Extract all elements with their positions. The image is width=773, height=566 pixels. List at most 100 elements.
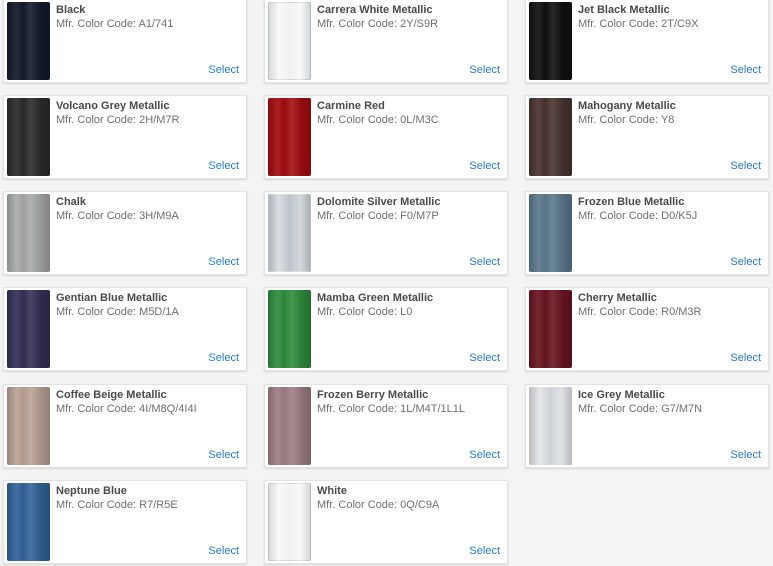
- color-code-prefix: Mfr. Color Code:: [56, 18, 137, 30]
- color-name: Carrera White Metallic: [317, 4, 433, 16]
- color-option-card[interactable]: Frozen Blue Metallic Mfr. Color Code: D0/…: [525, 191, 769, 275]
- select-color-link[interactable]: Select: [730, 256, 761, 268]
- color-option-card[interactable]: Mamba Green Metallic Mfr. Color Code: L0 S…: [264, 287, 508, 371]
- color-swatch: [268, 98, 311, 176]
- select-color-link[interactable]: Select: [208, 352, 239, 364]
- color-name: Frozen Blue Metallic: [578, 196, 685, 208]
- color-swatch: [7, 290, 50, 368]
- color-code-value: F0/M7P: [400, 210, 439, 222]
- color-option-card[interactable]: Black Mfr. Color Code: A1/741 Select: [3, 0, 247, 83]
- color-code-value: R7/R5E: [139, 499, 178, 511]
- color-code-prefix: Mfr. Color Code:: [578, 210, 659, 222]
- select-color-link[interactable]: Select: [730, 64, 761, 76]
- color-code-value: 1L/M4T/1L1L: [400, 403, 465, 415]
- select-color-link[interactable]: Select: [469, 352, 500, 364]
- color-code-prefix: Mfr. Color Code:: [317, 18, 398, 30]
- select-color-link[interactable]: Select: [469, 545, 500, 557]
- color-option-card[interactable]: Carmine Red Mfr. Color Code: 0L/M3C Select: [264, 95, 508, 179]
- color-swatch: [268, 290, 311, 368]
- color-code-prefix: Mfr. Color Code:: [56, 499, 137, 511]
- color-option-card[interactable]: Frozen Berry Metallic Mfr. Color Code: 1L…: [264, 384, 508, 468]
- color-name: White: [317, 485, 347, 497]
- select-color-link[interactable]: Select: [208, 64, 239, 76]
- color-code-value: A1/741: [138, 18, 174, 30]
- color-code-value: D0/K5J: [661, 210, 698, 222]
- manufacturer-color-code: Mfr. Color Code: 4I/M8Q/4I4I: [56, 403, 197, 415]
- select-color-link[interactable]: Select: [208, 449, 239, 461]
- color-swatch: [268, 2, 311, 80]
- manufacturer-color-code: Mfr. Color Code: 0L/M3C: [317, 114, 439, 126]
- color-code-value: Y8: [660, 114, 675, 126]
- select-color-link[interactable]: Select: [730, 449, 761, 461]
- color-code-prefix: Mfr. Color Code:: [578, 114, 659, 126]
- color-option-card[interactable]: Cherry Metallic Mfr. Color Code: R0/M3R Se…: [525, 287, 769, 371]
- color-option-card[interactable]: White Mfr. Color Code: 0Q/C9A Select: [264, 480, 508, 564]
- color-code-prefix: Mfr. Color Code:: [56, 306, 137, 318]
- color-code-prefix: Mfr. Color Code:: [317, 306, 398, 318]
- select-color-link[interactable]: Select: [469, 449, 500, 461]
- color-option-card[interactable]: Volcano Grey Metallic Mfr. Color Code: 2H…: [3, 95, 247, 179]
- color-code-value: 4I/M8Q/4I4I: [139, 403, 197, 415]
- color-code-prefix: Mfr. Color Code:: [317, 114, 398, 126]
- color-name: Black: [56, 4, 86, 16]
- color-option-card[interactable]: Chalk Mfr. Color Code: 3H/M9A Select: [3, 191, 247, 275]
- color-swatch: [529, 387, 572, 465]
- color-code-value: 0L/M3C: [400, 114, 439, 126]
- color-option-card[interactable]: Gentian Blue Metallic Mfr. Color Code: M5…: [3, 287, 247, 371]
- color-swatch: [529, 290, 572, 368]
- color-code-prefix: Mfr. Color Code:: [56, 403, 137, 415]
- manufacturer-color-code: Mfr. Color Code: G7/M7N: [578, 403, 702, 415]
- select-color-link[interactable]: Select: [469, 64, 500, 76]
- color-code-value: L0: [400, 306, 413, 318]
- manufacturer-color-code: Mfr. Color Code: 2H/M7R: [56, 114, 180, 126]
- color-name: Gentian Blue Metallic: [56, 292, 168, 304]
- color-code-value: M5D/1A: [139, 306, 179, 318]
- color-name: Neptune Blue: [56, 485, 127, 497]
- color-swatch: [7, 387, 50, 465]
- select-color-link[interactable]: Select: [730, 352, 761, 364]
- color-name: Mahogany Metallic: [578, 100, 676, 112]
- color-option-card[interactable]: Ice Grey Metallic Mfr. Color Code: G7/M7N…: [525, 384, 769, 468]
- color-swatch: [268, 483, 311, 561]
- select-color-link[interactable]: Select: [208, 545, 239, 557]
- color-name: Ice Grey Metallic: [578, 389, 665, 401]
- color-option-card[interactable]: Neptune Blue Mfr. Color Code: R7/R5E Selec…: [3, 480, 247, 564]
- color-code-value: R0/M3R: [661, 306, 702, 318]
- color-name: Dolomite Silver Metallic: [317, 196, 441, 208]
- color-code-value: 2H/M7R: [139, 114, 180, 126]
- color-swatch: [529, 98, 572, 176]
- manufacturer-color-code: Mfr. Color Code: 0Q/C9A: [317, 499, 439, 511]
- color-swatch: [268, 194, 311, 272]
- color-code-prefix: Mfr. Color Code:: [56, 114, 137, 126]
- color-option-card[interactable]: Dolomite Silver Metallic Mfr. Color Code:…: [264, 191, 508, 275]
- color-code-prefix: Mfr. Color Code:: [317, 499, 398, 511]
- select-color-link[interactable]: Select: [208, 256, 239, 268]
- manufacturer-color-code: Mfr. Color Code: A1/741: [56, 18, 173, 30]
- color-code-value: 2Y/S9R: [400, 18, 439, 30]
- manufacturer-color-code: Mfr. Color Code: F0/M7P: [317, 210, 439, 222]
- color-swatch: [529, 194, 572, 272]
- manufacturer-color-code: Mfr. Color Code: 3H/M9A: [56, 210, 179, 222]
- color-option-card[interactable]: Mahogany Metallic Mfr. Color Code: Y8 Sele…: [525, 95, 769, 179]
- manufacturer-color-code: Mfr. Color Code: 2T/C9X: [578, 18, 698, 30]
- select-color-link[interactable]: Select: [208, 160, 239, 172]
- color-option-card[interactable]: Coffee Beige Metallic Mfr. Color Code: 4I…: [3, 384, 247, 468]
- manufacturer-color-code: Mfr. Color Code: 1L/M4T/1L1L: [317, 403, 465, 415]
- color-code-value: G7/M7N: [661, 403, 703, 415]
- color-option-card[interactable]: Carrera White Metallic Mfr. Color Code: 2…: [264, 0, 508, 83]
- color-name: Chalk: [56, 196, 86, 208]
- select-color-link[interactable]: Select: [730, 160, 761, 172]
- color-option-card[interactable]: Jet Black Metallic Mfr. Color Code: 2T/C9…: [525, 0, 769, 83]
- manufacturer-color-code: Mfr. Color Code: R7/R5E: [56, 499, 178, 511]
- manufacturer-color-code: Mfr. Color Code: L0: [317, 306, 412, 318]
- color-swatch: [7, 483, 50, 561]
- color-code-value: 3H/M9A: [139, 210, 179, 222]
- manufacturer-color-code: Mfr. Color Code: Y8: [578, 114, 674, 126]
- color-swatch: [7, 194, 50, 272]
- select-color-link[interactable]: Select: [469, 256, 500, 268]
- color-swatch: [268, 387, 311, 465]
- color-swatch: [7, 2, 50, 80]
- color-name: Mamba Green Metallic: [317, 292, 434, 304]
- color-code-prefix: Mfr. Color Code:: [578, 403, 659, 415]
- select-color-link[interactable]: Select: [469, 160, 500, 172]
